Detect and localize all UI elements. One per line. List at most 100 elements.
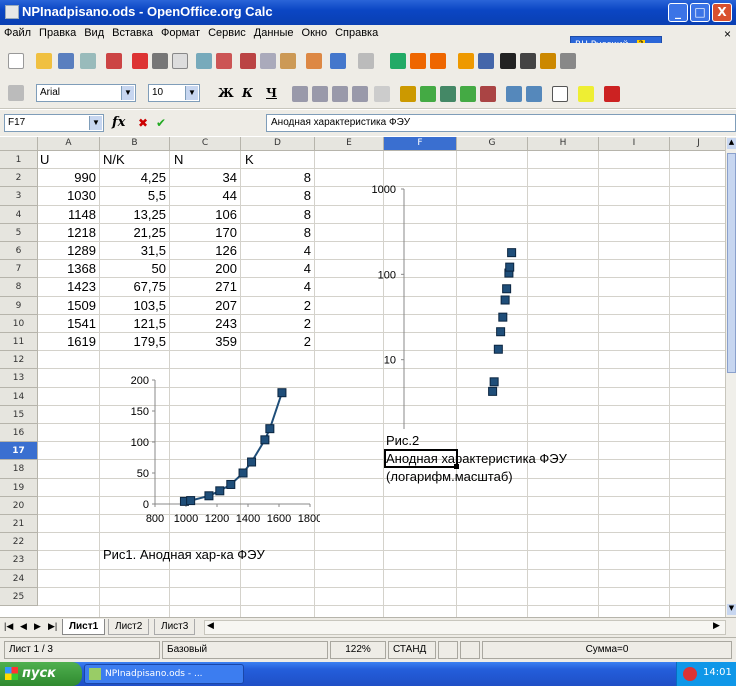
- select-all-corner[interactable]: [0, 137, 38, 151]
- menu-window[interactable]: Окно: [298, 25, 332, 39]
- row-header-8[interactable]: 8: [0, 278, 38, 297]
- open-icon[interactable]: [36, 53, 52, 69]
- chevron-down-icon[interactable]: ▼: [121, 86, 134, 100]
- cell-A7[interactable]: 1368: [38, 260, 96, 278]
- chart-loglog[interactable]: 1101001000100100010000: [362, 179, 602, 429]
- column-header-D[interactable]: D: [241, 137, 315, 151]
- column-header-I[interactable]: I: [599, 137, 670, 151]
- row-header-24[interactable]: 24: [0, 569, 38, 588]
- chart-icon[interactable]: [458, 53, 474, 69]
- formula-input[interactable]: Анодная характеристика ФЭУ: [266, 114, 736, 132]
- status-page-style[interactable]: Базовый: [162, 641, 328, 659]
- align-right-icon[interactable]: [332, 86, 348, 102]
- cell-B11[interactable]: 179,5: [100, 333, 166, 351]
- row-header-5[interactable]: 5: [0, 223, 38, 242]
- cell-C11[interactable]: 359: [170, 333, 237, 351]
- font-name-combo[interactable]: Arial ▼: [36, 84, 136, 102]
- sheet-tab-2[interactable]: Лист2: [108, 619, 150, 635]
- cell-C1[interactable]: N: [174, 151, 183, 169]
- font-color-icon[interactable]: [604, 86, 620, 102]
- draw-functions-icon[interactable]: [478, 53, 494, 69]
- menu-tools[interactable]: Сервис: [204, 25, 250, 39]
- sheet-tab-1[interactable]: Лист1: [62, 619, 106, 635]
- horizontal-scrollbar[interactable]: ◀ ▶: [204, 620, 726, 635]
- cell-C9[interactable]: 207: [170, 297, 237, 315]
- cell-C6[interactable]: 126: [170, 242, 237, 260]
- chevron-down-icon[interactable]: ▼: [185, 86, 198, 100]
- bold-button[interactable]: Ж: [218, 86, 234, 100]
- spellcheck-icon[interactable]: [196, 53, 212, 69]
- sheet-tab-3[interactable]: Лист3: [154, 619, 196, 635]
- taskbar-item-calc[interactable]: NPInadpisano.ods - ...: [84, 664, 244, 684]
- cancel-icon[interactable]: ✖: [138, 116, 148, 130]
- row-header-19[interactable]: 19: [0, 478, 38, 497]
- cell-D4[interactable]: 8: [241, 206, 311, 224]
- cell-A4[interactable]: 1148: [38, 206, 96, 224]
- column-header-A[interactable]: A: [38, 137, 100, 151]
- row-header-20[interactable]: 20: [0, 496, 38, 515]
- cell-D5[interactable]: 8: [241, 224, 311, 242]
- background-color-icon[interactable]: [578, 86, 594, 102]
- merge-cells-icon[interactable]: [374, 86, 390, 102]
- cell-B7[interactable]: 50: [100, 260, 166, 278]
- standard-format-icon[interactable]: [440, 86, 456, 102]
- next-sheet-icon[interactable]: ▶: [32, 619, 43, 635]
- cell-A11[interactable]: 1619: [38, 333, 96, 351]
- format-paintbrush-icon[interactable]: [306, 53, 322, 69]
- gallery-icon[interactable]: [540, 53, 556, 69]
- row-header-7[interactable]: 7: [0, 260, 38, 279]
- borders-icon[interactable]: [552, 86, 568, 102]
- menu-help[interactable]: Справка: [331, 25, 382, 39]
- row-header-11[interactable]: 11: [0, 333, 38, 352]
- cell-B1[interactable]: N/K: [103, 151, 125, 169]
- column-header-G[interactable]: G: [457, 137, 528, 151]
- navigator-icon[interactable]: [520, 53, 536, 69]
- row-header-14[interactable]: 14: [0, 387, 38, 406]
- redo-icon[interactable]: [358, 53, 374, 69]
- spreadsheet-grid[interactable]: ABCDEFGHIJ 1 2 3 4 5 6 7 8 9 10 11 12 13 14 15 16 17 18 19…: [0, 137, 725, 617]
- italic-button[interactable]: К: [242, 86, 253, 100]
- name-box[interactable]: F17 ▼: [4, 114, 104, 132]
- cell-C5[interactable]: 170: [170, 224, 237, 242]
- menu-view[interactable]: Вид: [80, 25, 108, 39]
- styles-icon[interactable]: [8, 85, 24, 101]
- find-replace-icon[interactable]: [500, 53, 516, 69]
- cell-C2[interactable]: 34: [170, 169, 237, 187]
- cell-B9[interactable]: 103,5: [100, 297, 166, 315]
- chevron-down-icon[interactable]: ▼: [89, 116, 102, 130]
- cell-D6[interactable]: 4: [241, 242, 311, 260]
- first-sheet-icon[interactable]: |◀: [2, 619, 15, 635]
- status-mode[interactable]: СТАНД: [388, 641, 436, 659]
- row-header-3[interactable]: 3: [0, 187, 38, 206]
- export-pdf-icon[interactable]: [132, 53, 148, 69]
- prev-sheet-icon[interactable]: ◀: [18, 619, 29, 635]
- row-header-17[interactable]: 17: [0, 442, 38, 461]
- row-header-1[interactable]: 1: [0, 151, 38, 170]
- hyperlink-icon[interactable]: [390, 53, 406, 69]
- print-preview-icon[interactable]: [172, 53, 188, 69]
- increase-indent-icon[interactable]: [526, 86, 542, 102]
- cell-A10[interactable]: 1541: [38, 315, 96, 333]
- cell-B2[interactable]: 4,25: [100, 169, 166, 187]
- cell-B4[interactable]: 13,25: [100, 206, 166, 224]
- row-header-4[interactable]: 4: [0, 205, 38, 224]
- row-header-12[interactable]: 12: [0, 351, 38, 370]
- menu-data[interactable]: Данные: [250, 25, 298, 39]
- maximize-button[interactable]: □: [690, 3, 710, 22]
- cell-B5[interactable]: 21,25: [100, 224, 166, 242]
- menu-file[interactable]: Файл: [0, 25, 35, 39]
- cell-B3[interactable]: 5,5: [100, 187, 166, 205]
- sort-ascending-icon[interactable]: [410, 53, 426, 69]
- column-header-F[interactable]: F: [384, 137, 457, 151]
- column-header-B[interactable]: B: [100, 137, 170, 151]
- cell-D9[interactable]: 2: [241, 297, 311, 315]
- font-size-combo[interactable]: 10 ▼: [148, 84, 200, 102]
- status-zoom[interactable]: 122%: [330, 641, 386, 659]
- save-icon[interactable]: [58, 53, 74, 69]
- justify-icon[interactable]: [352, 86, 368, 102]
- add-decimal-icon[interactable]: [460, 86, 476, 102]
- cell-D1[interactable]: K: [245, 151, 254, 169]
- email-icon[interactable]: [80, 53, 96, 69]
- percent-icon[interactable]: [420, 86, 436, 102]
- chart-linear[interactable]: 0 50 100 150 200 800 1000 1200 1400 1600 1800: [115, 372, 320, 534]
